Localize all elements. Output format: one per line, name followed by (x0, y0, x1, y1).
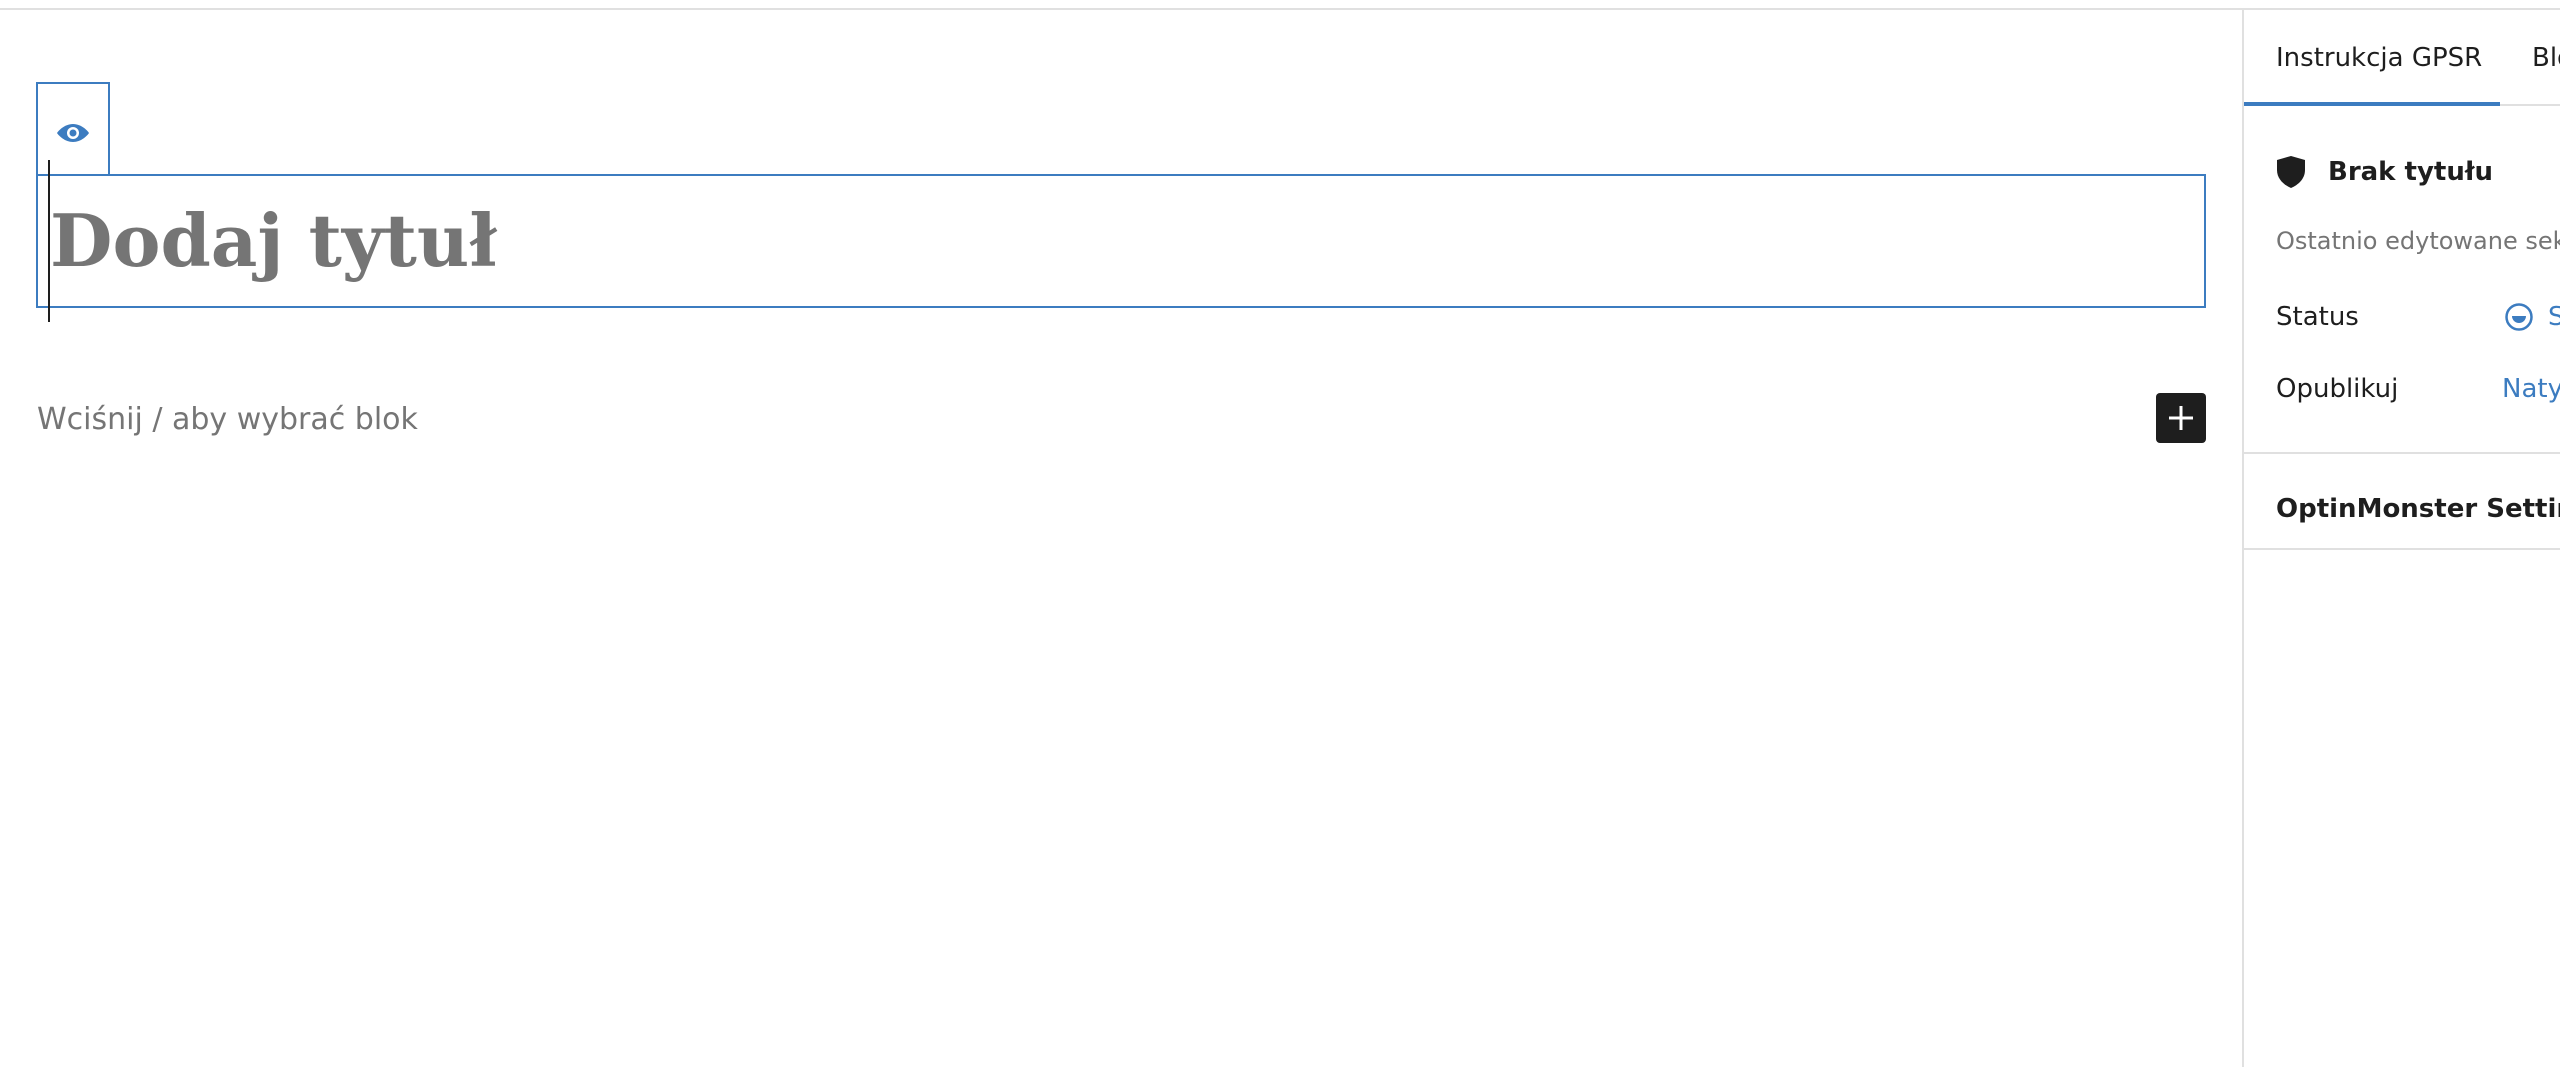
status-circle-icon (2505, 303, 2533, 331)
text-caret (48, 160, 50, 322)
top-toolbar-edge (0, 0, 2560, 10)
settings-sidebar: Instrukcja GPSR Blok Brak tytułu Ostatni… (2242, 10, 2560, 1067)
add-block-button[interactable] (2156, 393, 2206, 443)
status-value-button[interactable]: S (2504, 292, 2560, 342)
post-title-label: Brak tytułu (2328, 157, 2494, 187)
tab-instrukcja-gpsr[interactable]: Instrukcja GPSR (2244, 10, 2500, 106)
sidebar-divider (2244, 452, 2560, 454)
post-summary-header: Brak tytułu (2276, 142, 2493, 202)
publish-label: Opublikuj (2276, 374, 2399, 404)
block-appender-placeholder[interactable]: Wciśnij / aby wybrać blok (37, 395, 418, 445)
tab-block[interactable]: Blok (2532, 10, 2560, 106)
post-title-placeholder: Dodaj tytuł (50, 198, 497, 283)
sidebar-divider (2244, 548, 2560, 550)
last-edited-text: Ostatnio edytowane sek (2276, 227, 2560, 255)
sidebar-tabs: Instrukcja GPSR Blok (2244, 10, 2560, 106)
eye-icon (57, 124, 89, 142)
status-label: Status (2276, 302, 2359, 332)
plus-icon (2169, 406, 2193, 430)
status-value: S (2548, 292, 2560, 342)
optinmonster-settings-toggle[interactable]: OptinMonster Settings (2276, 484, 2560, 534)
shield-icon (2277, 156, 2305, 188)
editor-canvas (0, 12, 2242, 1067)
publish-date-button[interactable]: Naty (2502, 364, 2560, 414)
